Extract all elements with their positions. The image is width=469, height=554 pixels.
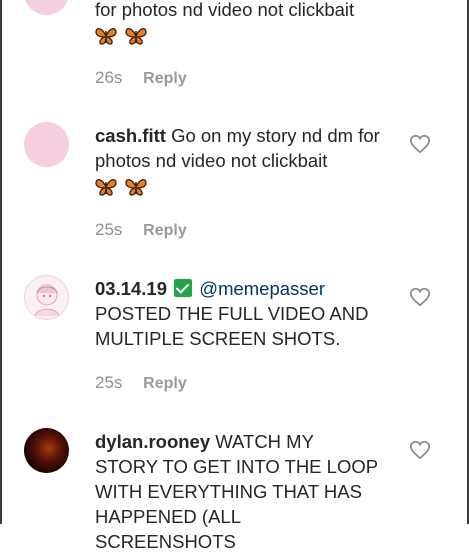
butterfly-emoji <box>125 179 147 196</box>
comment-username[interactable]: dylan.rooney <box>95 431 210 452</box>
comment-timestamp: 25s <box>95 373 123 392</box>
comment-timestamp: 25s <box>95 220 123 239</box>
emoji-row <box>95 173 380 199</box>
comment-body: POSTED THE FULL VIDEO AND MULTIPLE SCREE… <box>95 303 369 349</box>
comment-timestamp: 26s <box>95 68 123 87</box>
heart-outline-icon[interactable] <box>409 287 431 307</box>
comment-text: dylan.rooney WATCH MY STORY TO GET INTO … <box>95 429 380 554</box>
comment-username[interactable]: 03.14.19 <box>95 278 167 299</box>
comment-meta: 25s Reply <box>95 373 187 393</box>
window-border-left <box>0 0 2 524</box>
mention-link[interactable]: @memepasser <box>199 278 325 299</box>
comment-meta: 26s Reply <box>95 68 187 88</box>
emoji-row <box>95 22 380 48</box>
avatar[interactable] <box>24 428 69 473</box>
heart-outline-icon[interactable] <box>409 134 431 154</box>
reply-button[interactable]: Reply <box>143 70 187 87</box>
avatar[interactable] <box>24 122 69 167</box>
comment-text: for photos nd video not clickbait <box>95 0 380 48</box>
butterfly-emoji <box>95 179 117 196</box>
reply-button[interactable]: Reply <box>143 375 187 392</box>
sketch-face-icon <box>34 284 60 317</box>
comment-username[interactable]: cash.fitt <box>95 125 166 146</box>
butterfly-emoji <box>125 28 147 45</box>
heart-outline-icon[interactable] <box>409 440 431 460</box>
butterfly-emoji <box>95 28 117 45</box>
comment-meta: 25s Reply <box>95 220 187 240</box>
check-mark-emoji <box>174 279 193 297</box>
comment-body: for photos nd video not clickbait <box>95 0 355 20</box>
comment-text: 03.14.19 @memepasser POSTED THE FULL VID… <box>95 276 380 351</box>
comment-text: cash.fitt Go on my story nd dm for photo… <box>95 123 380 199</box>
avatar[interactable] <box>24 0 69 15</box>
avatar[interactable] <box>24 275 69 320</box>
reply-button[interactable]: Reply <box>143 222 187 239</box>
